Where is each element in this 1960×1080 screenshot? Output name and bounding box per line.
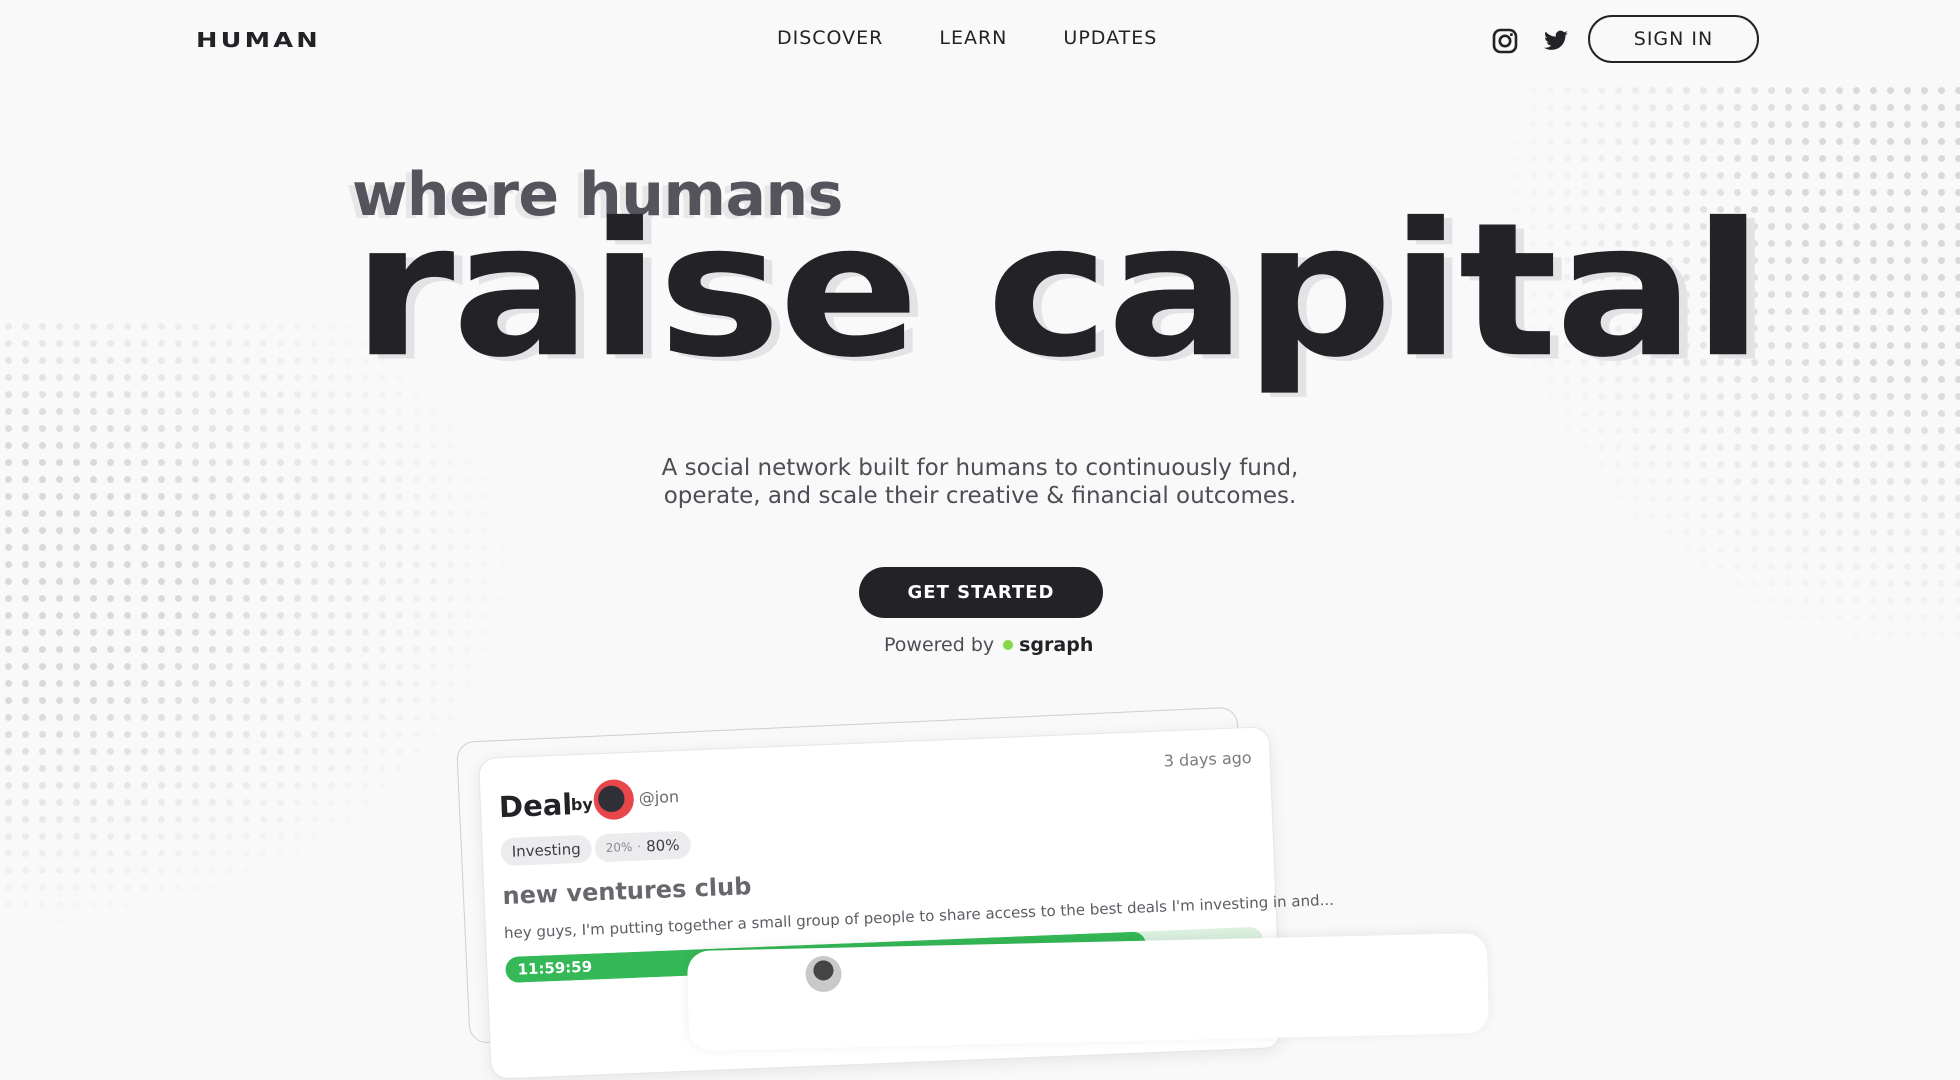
avatar — [805, 955, 842, 993]
twitter-icon[interactable] — [1542, 28, 1570, 56]
deal-card-name: new ventures club — [502, 872, 752, 911]
instagram-icon[interactable] — [1491, 27, 1519, 55]
hero-title: raise capital — [352, 182, 1764, 398]
deal-card-title: Deal — [498, 787, 573, 825]
hero-tagline: A social network built for humans to con… — [0, 454, 1960, 510]
split-percentage-separator: · — [637, 839, 642, 854]
deal-card-next — [686, 932, 1490, 1052]
nav-link-updates[interactable]: UPDATES — [1063, 27, 1157, 49]
tagline-line-2: operate, and scale their creative & fina… — [663, 483, 1297, 509]
category-tag: Investing — [500, 834, 593, 867]
tagline-line-1: A social network built for humans to con… — [661, 455, 1299, 481]
powered-by-brand-link[interactable]: sgraph — [1019, 634, 1093, 656]
avatar[interactable] — [592, 778, 635, 821]
powered-by-label: Powered by — [884, 634, 995, 656]
countdown-timer: 11:59:59 — [517, 957, 593, 979]
sign-in-button[interactable]: SIGN IN — [1588, 15, 1759, 63]
deal-card-handle[interactable]: @jon — [638, 787, 679, 808]
sgraph-dot-icon — [1003, 640, 1014, 650]
split-percentage-main: 80% — [645, 835, 680, 856]
nav-link-learn[interactable]: LEARN — [939, 27, 1007, 49]
deal-card-by-label: by — [570, 794, 594, 815]
split-percentage-badge: 20% · 80% — [594, 830, 692, 863]
powered-by: Powered by sgraph — [884, 634, 1093, 656]
nav-links: DISCOVER LEARN UPDATES — [777, 27, 1213, 49]
nav-link-discover[interactable]: DISCOVER — [777, 27, 883, 49]
brand-logo[interactable]: HUMAN — [196, 28, 321, 52]
get-started-button[interactable]: GET STARTED — [859, 567, 1103, 618]
split-percentage-small: 20% — [605, 839, 633, 855]
deal-card-timestamp: 3 days ago — [1163, 747, 1252, 771]
